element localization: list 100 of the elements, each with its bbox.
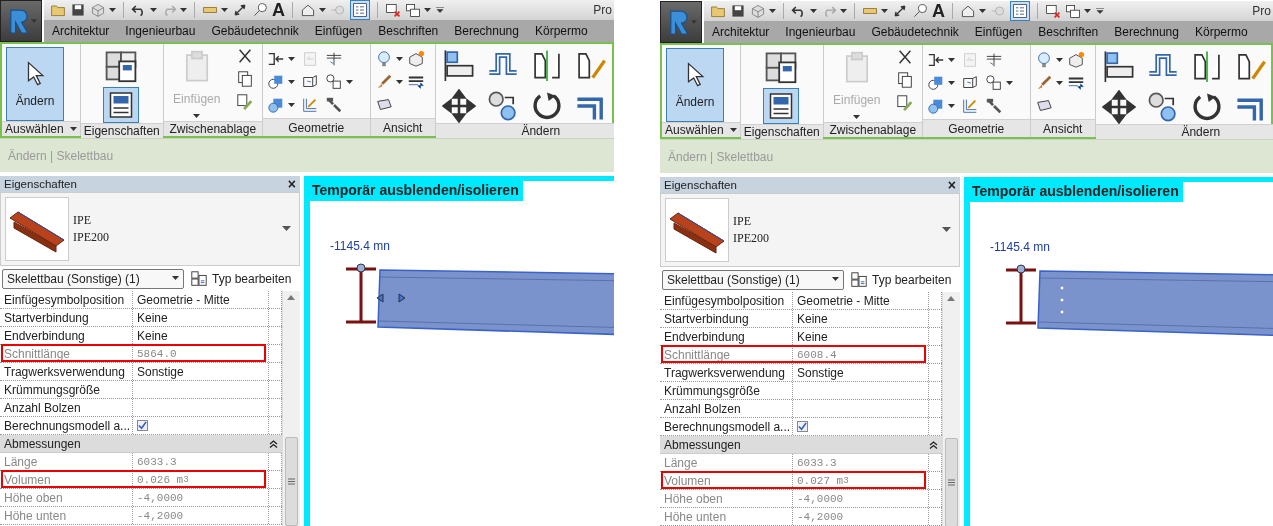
switch-windows-icon[interactable] <box>405 2 421 18</box>
end-dots[interactable] <box>1059 285 1065 315</box>
property-value[interactable]: Geometrie - Mitte <box>793 292 929 309</box>
ribbon-tab[interactable]: Körpermo <box>526 24 596 38</box>
checkbox[interactable] <box>137 420 148 431</box>
join-icon[interactable] <box>926 51 945 69</box>
ribbon-tab[interactable]: Gebäudetechnik <box>863 25 967 39</box>
scroll-up-icon[interactable] <box>287 295 295 300</box>
copy-icon[interactable] <box>235 70 254 88</box>
modify-button[interactable]: Ändern <box>6 47 64 121</box>
dimension-icon[interactable] <box>232 2 248 18</box>
match-properties-icon[interactable] <box>895 94 914 112</box>
caret-icon[interactable] <box>1055 80 1063 86</box>
caret-icon[interactable] <box>287 102 295 108</box>
filter-dropdown[interactable]: Skelettbau (Sonstige) (1) <box>2 268 184 289</box>
customize-icon[interactable] <box>435 5 445 15</box>
cut-geometry-icon[interactable] <box>266 73 285 91</box>
hammer-icon[interactable] <box>984 97 1003 115</box>
caret-icon[interactable] <box>287 79 295 85</box>
scrollbar[interactable] <box>942 292 960 526</box>
modify-button[interactable]: Ändern <box>666 48 724 122</box>
cube-icon[interactable] <box>1066 51 1085 69</box>
caret-icon[interactable] <box>947 80 955 86</box>
switch-windows-icon[interactable] <box>1065 3 1081 19</box>
wall-join-icon[interactable] <box>324 50 343 68</box>
properties-toggle[interactable] <box>102 87 139 123</box>
paint-grid-icon[interactable] <box>300 96 319 114</box>
dropdown-arrow-icon[interactable] <box>942 227 951 233</box>
match-properties-icon[interactable] <box>235 93 254 111</box>
property-value[interactable]: Keine <box>133 327 269 344</box>
move-icon[interactable] <box>441 89 476 123</box>
property-value[interactable]: Keine <box>133 309 269 326</box>
app-menu-button[interactable] <box>0 0 42 42</box>
text-tool[interactable]: A <box>932 2 945 20</box>
house-icon[interactable] <box>300 2 316 18</box>
caret-icon[interactable] <box>881 8 888 14</box>
type-selector[interactable]: IPE IPE200 <box>0 192 300 266</box>
property-value[interactable]: Geometrie - Mitte <box>133 291 269 308</box>
ribbon-tab[interactable]: Ingenieurbau <box>777 25 864 39</box>
customize-icon[interactable] <box>1095 6 1105 16</box>
ribbon-tab[interactable]: Einfügen <box>966 25 1031 39</box>
unjoin-icon[interactable] <box>324 73 343 91</box>
scroll-up-icon[interactable] <box>947 296 955 301</box>
property-value[interactable]: Keine <box>793 328 929 345</box>
caret-icon[interactable] <box>1005 80 1013 86</box>
text-tool[interactable]: A <box>272 1 285 19</box>
caret-icon[interactable] <box>979 8 986 14</box>
caret-icon[interactable] <box>345 79 353 85</box>
app-menu-button[interactable] <box>660 1 702 43</box>
shapes-icon[interactable] <box>266 96 285 114</box>
copy-icon[interactable] <box>895 71 914 89</box>
caret-icon[interactable] <box>947 103 955 109</box>
ribbon-tab[interactable]: Beschriften <box>370 24 447 38</box>
dropdown-arrow-icon[interactable] <box>282 226 291 232</box>
direction-arrows[interactable] <box>376 293 406 303</box>
properties-toggle[interactable] <box>762 88 799 124</box>
close-button[interactable]: × <box>287 177 296 191</box>
caret-icon[interactable] <box>424 7 431 13</box>
shapes-icon[interactable] <box>926 97 945 115</box>
caret-icon[interactable] <box>221 7 228 13</box>
dimension-icon[interactable] <box>892 3 908 19</box>
move-icon[interactable] <box>1101 90 1136 124</box>
caret-icon[interactable] <box>109 7 116 13</box>
type-selector[interactable]: IPE IPE200 <box>660 193 960 267</box>
caret-icon[interactable] <box>769 8 776 14</box>
property-value[interactable]: Keine <box>793 310 929 327</box>
close-button[interactable]: × <box>947 178 956 192</box>
ribbon-tab[interactable]: Ingenieurbau <box>117 24 204 38</box>
caret-icon[interactable] <box>1084 8 1091 14</box>
edit-type-button[interactable]: Typ bearbeiten <box>850 270 952 289</box>
caret-icon[interactable] <box>395 56 403 62</box>
cube-icon[interactable] <box>406 50 425 68</box>
caret-icon[interactable] <box>832 277 839 282</box>
ribbon-tab[interactable]: Berechnung <box>1106 25 1187 39</box>
house-icon[interactable] <box>960 3 976 19</box>
ribbon-tab[interactable]: Berechnung <box>446 24 527 38</box>
hammer-icon[interactable] <box>324 96 343 114</box>
unjoin-icon[interactable] <box>984 74 1003 92</box>
join-icon[interactable] <box>266 50 285 68</box>
filter-dropdown[interactable]: Skelettbau (Sonstige) (1) <box>662 269 844 290</box>
edit-type-icon[interactable] <box>850 270 868 289</box>
caret-icon[interactable] <box>150 7 157 13</box>
ribbon-tab[interactable]: Körpermo <box>1186 25 1256 39</box>
close-windows-icon[interactable] <box>385 2 401 18</box>
group-row[interactable]: Abmessungen <box>660 436 942 454</box>
group-row[interactable]: Abmessungen <box>0 435 282 453</box>
cut-geometry-icon[interactable] <box>926 74 945 92</box>
caret-icon[interactable] <box>395 79 403 85</box>
ribbon-tab[interactable]: Architektur <box>44 24 118 38</box>
caret-icon[interactable] <box>840 8 847 14</box>
save-icon[interactable] <box>730 3 746 19</box>
property-value[interactable]: Sonstige <box>793 364 929 381</box>
close-windows-icon[interactable] <box>1045 3 1061 19</box>
checkbox[interactable] <box>797 421 808 432</box>
caret-icon[interactable] <box>729 127 737 133</box>
paint-grid-icon[interactable] <box>960 97 979 115</box>
ribbon-tab[interactable]: Gebäudetechnik <box>203 24 307 38</box>
edit-type-button[interactable]: Typ bearbeiten <box>190 269 292 288</box>
caret-icon[interactable] <box>810 8 817 14</box>
ribbon-tab[interactable]: Architektur <box>704 25 778 39</box>
